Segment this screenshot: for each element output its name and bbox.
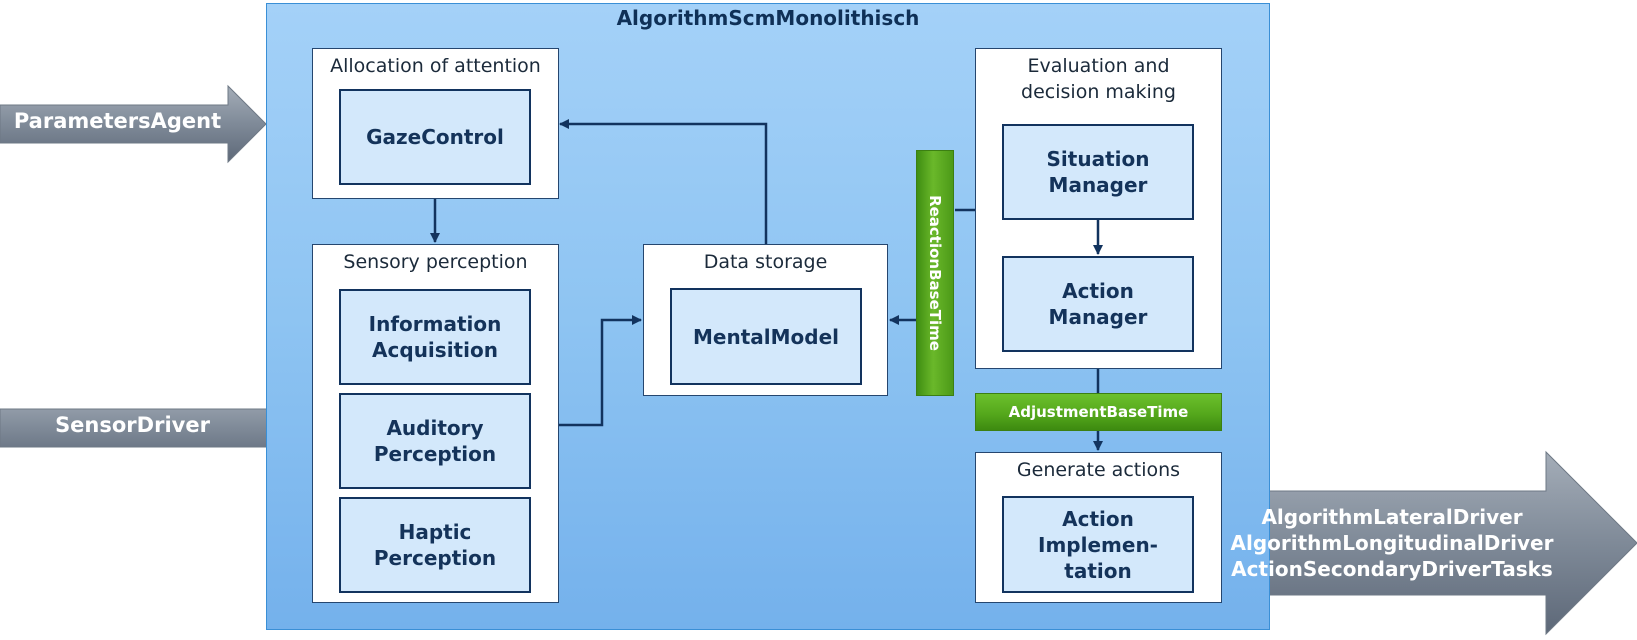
connector-perception-to-storage bbox=[559, 315, 642, 427]
connectors-layer bbox=[430, 119, 1103, 451]
connector-storage-to-gaze bbox=[559, 119, 768, 244]
